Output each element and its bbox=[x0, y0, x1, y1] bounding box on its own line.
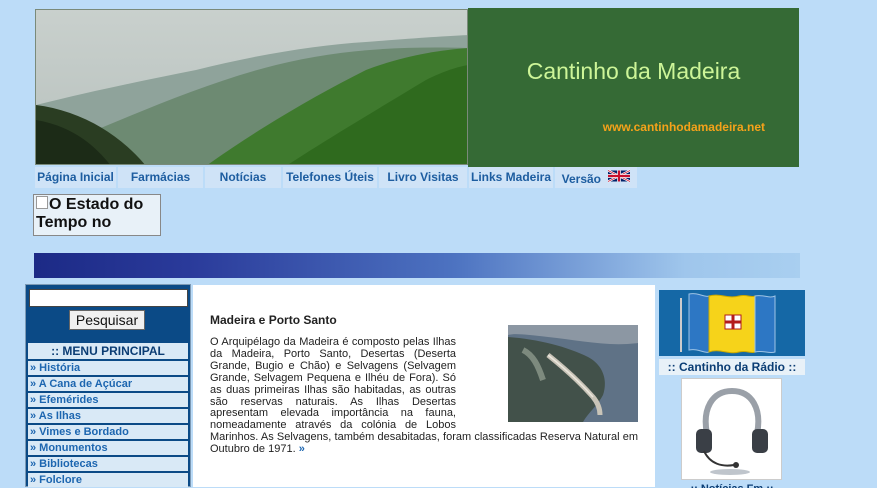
nav-guestbook-label: Livro Visitas bbox=[387, 170, 459, 184]
weather-alt-text: O Estado do Tempo no bbox=[36, 196, 144, 231]
nav-links-madeira-label: Links Madeira bbox=[470, 170, 552, 184]
menu-item-wicker-embroidery[interactable]: » Vimes e Bordado bbox=[28, 425, 188, 439]
main-content: Madeira e Porto Santo O Arquipélago da M… bbox=[193, 285, 655, 487]
header-title-panel: Cantinho da Madeira www.cantinhodamadeir… bbox=[468, 8, 799, 167]
site-url-link[interactable]: www.cantinhodamadeira.net bbox=[603, 120, 765, 134]
search-button[interactable]: Pesquisar bbox=[69, 310, 145, 330]
menu-item-islands[interactable]: » As Ilhas bbox=[28, 409, 188, 423]
nav-useful-phones[interactable]: Telefones Úteis bbox=[283, 167, 379, 188]
island-aerial-photo bbox=[508, 325, 638, 422]
menu-item-history[interactable]: » História bbox=[28, 361, 188, 375]
island-aerial-image bbox=[508, 325, 638, 422]
news-fm-heading: :: Notícias Fm :: bbox=[659, 482, 805, 488]
nav-version[interactable]: Versão bbox=[555, 167, 637, 188]
weather-widget[interactable]: O Estado do Tempo no bbox=[33, 194, 161, 236]
search-input[interactable] bbox=[29, 289, 188, 307]
nav-home[interactable]: Página Inicial bbox=[35, 167, 118, 188]
menu-item-monuments[interactable]: » Monumentos bbox=[28, 441, 188, 455]
nav-version-label: Versão bbox=[561, 172, 602, 186]
nav-news[interactable]: Notícias bbox=[205, 167, 283, 188]
nav-home-label: Página Inicial bbox=[37, 170, 114, 184]
madeira-flag-icon bbox=[659, 290, 805, 356]
gradient-banner bbox=[34, 253, 800, 278]
nav-links-madeira[interactable]: Links Madeira bbox=[469, 167, 555, 188]
main-menu-heading: :: MENU PRINCIPAL bbox=[28, 343, 188, 359]
radio-headset-image[interactable] bbox=[681, 378, 782, 480]
right-sidebar: :: Cantinho da Rádio :: :: Notícias Fm :… bbox=[655, 284, 810, 488]
nav-useful-phones-label: Telefones Úteis bbox=[286, 170, 374, 184]
broken-image-icon bbox=[36, 196, 48, 209]
article-title: Madeira e Porto Santo bbox=[210, 313, 337, 327]
mountain-landscape bbox=[36, 10, 467, 164]
nav-guestbook[interactable]: Livro Visitas bbox=[379, 167, 469, 188]
menu-item-folklore[interactable]: » Folclore bbox=[28, 473, 188, 487]
nav-pharmacies-label: Farmácias bbox=[130, 170, 191, 184]
read-more-link[interactable]: » bbox=[299, 443, 305, 455]
menu-item-libraries[interactable]: » Bibliotecas bbox=[28, 457, 188, 471]
header-landscape-image bbox=[35, 9, 468, 165]
madeira-flag-banner bbox=[659, 290, 805, 356]
nav-pharmacies[interactable]: Farmácias bbox=[118, 167, 205, 188]
nav-news-label: Notícias bbox=[219, 170, 267, 184]
radio-heading: :: Cantinho da Rádio :: bbox=[659, 359, 805, 375]
menu-item-sugar-cane[interactable]: » A Cana de Açúcar bbox=[28, 377, 188, 391]
headset-icon bbox=[696, 387, 768, 475]
left-sidebar: Pesquisar :: MENU PRINCIPAL » História »… bbox=[25, 284, 191, 487]
uk-flag-icon bbox=[608, 169, 631, 183]
article-body: O Arquipélago da Madeira é composto pela… bbox=[210, 325, 638, 456]
top-nav: Página Inicial Farmácias Notícias Telefo… bbox=[35, 167, 637, 189]
menu-item-ephemerides[interactable]: » Efemérides bbox=[28, 393, 188, 407]
site-title: Cantinho da Madeira bbox=[526, 58, 741, 84]
